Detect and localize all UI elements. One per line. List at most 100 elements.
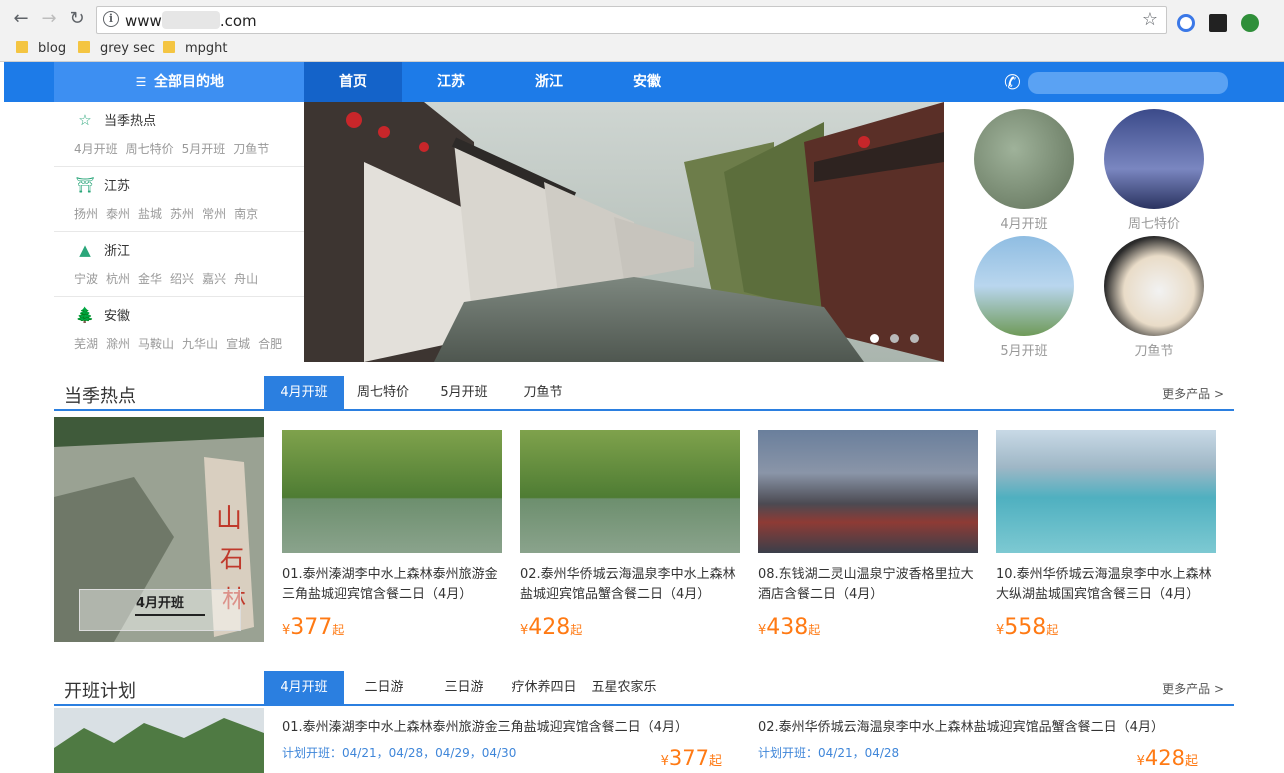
circle-image <box>1104 109 1204 209</box>
menu-link[interactable]: 滁州 <box>106 337 130 351</box>
tab-four-day-retreat[interactable]: 疗休养四日 <box>504 671 584 705</box>
circle-item[interactable]: 刀鱼节 <box>1104 236 1204 359</box>
plan-title[interactable]: 02.泰州华侨城云海温泉李中水上森林盐城迎宾馆品蟹含餐二日（4月） <box>758 718 1198 738</box>
circle-item[interactable]: 5月开班 <box>974 236 1074 359</box>
bookmarks-bar: blog grey sec mpght <box>0 38 1284 60</box>
reload-icon[interactable]: ↻ <box>66 8 88 30</box>
circle-item[interactable]: 周七特价 <box>1104 109 1204 232</box>
circle-label: 刀鱼节 <box>1134 344 1174 359</box>
menu-link[interactable]: 嘉兴 <box>202 272 226 286</box>
plan-title[interactable]: 01.泰州溱湖李中水上森林泰州旅游金三角盐城迎宾馆含餐二日（4月） <box>282 718 722 738</box>
site-info-icon[interactable]: i <box>103 11 119 27</box>
price-unit: 起 <box>1184 754 1198 769</box>
menu-link[interactable]: 芜湖 <box>74 337 98 351</box>
menu-link[interactable]: 盐城 <box>138 207 162 221</box>
menu-link[interactable]: 杭州 <box>106 272 130 286</box>
menu-group-label: 江苏 <box>104 179 131 194</box>
plan-item[interactable]: 01.泰州溱湖李中水上森林泰州旅游金三角盐城迎宾馆含餐二日（4月） 计划开班：0… <box>282 718 722 770</box>
tab-april[interactable]: 4月开班 <box>264 376 344 410</box>
hero-banner[interactable] <box>304 102 944 362</box>
tab-knife-fish[interactable]: 刀鱼节 <box>506 376 580 410</box>
url-suffix: .com <box>219 12 257 30</box>
bookmark-grey-sec[interactable]: grey sec <box>78 40 155 58</box>
price-value: 377 <box>290 615 333 640</box>
more-products-link[interactable]: 更多产品 > <box>1162 680 1224 697</box>
url-prefix: www <box>125 12 162 30</box>
svg-text:石: 石 <box>220 545 244 573</box>
forward-icon[interactable]: → <box>38 8 60 30</box>
menu-link[interactable]: 九华山 <box>182 337 218 351</box>
menu-group-anhui: 🌲 安徽 芜湖 滁州 马鞍山 九华山 宣城 合肥 <box>54 297 304 362</box>
product-price: ¥438起 <box>758 615 978 640</box>
menu-group-title[interactable]: ☆ 当季热点 <box>74 110 156 129</box>
menu-links: 4月开班 周七特价 5月开班 刀鱼节 <box>74 140 277 157</box>
extension-green-icon[interactable] <box>1241 14 1259 32</box>
bookmark-star-icon[interactable]: ☆ <box>1142 9 1158 30</box>
browser-chrome: ← → ↻ i www .com ☆ blog grey sec mpght <box>0 0 1284 62</box>
nav-jiangsu[interactable]: 江苏 <box>402 62 500 102</box>
section-plan-header: 开班计划 4月开班 二日游 三日游 疗休养四日 五星农家乐 更多产品 > <box>54 671 1234 706</box>
pine-icon: 🌲 <box>75 306 95 324</box>
tab-april[interactable]: 4月开班 <box>264 671 344 705</box>
product-title[interactable]: 10.泰州华侨城云海温泉李中水上森林大纵湖盐城国宾馆含餐三日（4月） <box>996 565 1216 605</box>
product-title[interactable]: 02.泰州华侨城云海温泉李中水上森林盐城迎宾馆品蟹含餐二日（4月） <box>520 565 740 605</box>
product-title[interactable]: 08.东钱湖二灵山温泉宁波香格里拉大酒店含餐二日（4月） <box>758 565 978 605</box>
bookmark-mpght[interactable]: mpght <box>163 40 228 58</box>
menu-group-label: 当季热点 <box>104 114 157 129</box>
menu-link[interactable]: 扬州 <box>74 207 98 221</box>
menu-group-title[interactable]: 🌲 安徽 <box>74 305 130 324</box>
menu-link[interactable]: 常州 <box>202 207 226 221</box>
menu-link[interactable]: 宁波 <box>74 272 98 286</box>
phone-icon: ✆ <box>1004 70 1021 94</box>
menu-link[interactable]: 南京 <box>234 207 258 221</box>
menu-group-jiangsu: ⛩ 江苏 扬州 泰州 盐城 苏州 常州 南京 <box>54 167 304 232</box>
plan-item[interactable]: 02.泰州华侨城云海温泉李中水上森林盐城迎宾馆品蟹含餐二日（4月） 计划开班：0… <box>758 718 1198 770</box>
banner-dot[interactable] <box>910 334 919 343</box>
banner-dot[interactable] <box>890 334 899 343</box>
menu-link[interactable]: 4月开班 <box>74 142 118 156</box>
menu-group-title[interactable]: ⛩ 江苏 <box>74 175 130 194</box>
menu-link[interactable]: 周七特价 <box>126 142 174 156</box>
menu-group-title[interactable]: ▲ 浙江 <box>74 240 130 259</box>
menu-link[interactable]: 宣城 <box>226 337 250 351</box>
tab-two-day[interactable]: 二日游 <box>344 671 424 705</box>
more-products-link[interactable]: 更多产品 > <box>1162 385 1224 402</box>
feature-panel[interactable]: 山 石 林 4月开班 <box>54 417 264 642</box>
menu-link[interactable]: 泰州 <box>106 207 130 221</box>
nav-anhui[interactable]: 安徽 <box>598 62 696 102</box>
url-redaction <box>161 11 220 29</box>
circle-label: 5月开班 <box>1000 344 1048 359</box>
product-card[interactable]: 02.泰州华侨城云海温泉李中水上森林盐城迎宾馆品蟹含餐二日（4月） ¥428起 <box>520 430 740 640</box>
tab-weekly-special[interactable]: 周七特价 <box>344 376 422 410</box>
menu-link[interactable]: 舟山 <box>234 272 258 286</box>
product-card[interactable]: 10.泰州华侨城云海温泉李中水上森林大纵湖盐城国宾馆含餐三日（4月） ¥558起 <box>996 430 1216 640</box>
product-image <box>758 430 978 553</box>
menu-link[interactable]: 绍兴 <box>170 272 194 286</box>
tab-five-star-farmhouse[interactable]: 五星农家乐 <box>584 671 664 705</box>
menu-link[interactable]: 苏州 <box>170 207 194 221</box>
menu-link[interactable]: 金华 <box>138 272 162 286</box>
extension-mask-icon[interactable] <box>1209 14 1227 32</box>
banner-dot[interactable] <box>870 334 879 343</box>
product-card[interactable]: 01.泰州溱湖李中水上森林泰州旅游金三角盐城迎宾馆含餐二日（4月） ¥377起 <box>282 430 502 640</box>
menu-link[interactable]: 5月开班 <box>182 142 226 156</box>
all-destinations-button[interactable]: ☰ 全部目的地 <box>54 62 304 102</box>
address-bar[interactable]: i www .com ☆ <box>96 6 1167 34</box>
nav-home[interactable]: 首页 <box>304 62 402 102</box>
extension-ring-icon[interactable] <box>1177 14 1195 32</box>
price-unit: 起 <box>332 623 345 637</box>
menu-link[interactable]: 合肥 <box>258 337 282 351</box>
menu-link[interactable]: 刀鱼节 <box>233 142 269 156</box>
product-card[interactable]: 08.东钱湖二灵山温泉宁波香格里拉大酒店含餐二日（4月） ¥438起 <box>758 430 978 640</box>
menu-link[interactable]: 马鞍山 <box>138 337 174 351</box>
bookmark-blog[interactable]: blog <box>16 40 66 58</box>
section-title: 开班计划 <box>64 681 136 702</box>
nav-zhejiang[interactable]: 浙江 <box>500 62 598 102</box>
plan-feature-image[interactable] <box>54 708 264 773</box>
back-icon[interactable]: ← <box>10 8 32 30</box>
product-title[interactable]: 01.泰州溱湖李中水上森林泰州旅游金三角盐城迎宾馆含餐二日（4月） <box>282 565 502 605</box>
tab-may[interactable]: 5月开班 <box>422 376 506 410</box>
circle-item[interactable]: 4月开班 <box>974 109 1074 232</box>
address-url[interactable]: www .com <box>125 11 257 30</box>
tab-three-day[interactable]: 三日游 <box>424 671 504 705</box>
